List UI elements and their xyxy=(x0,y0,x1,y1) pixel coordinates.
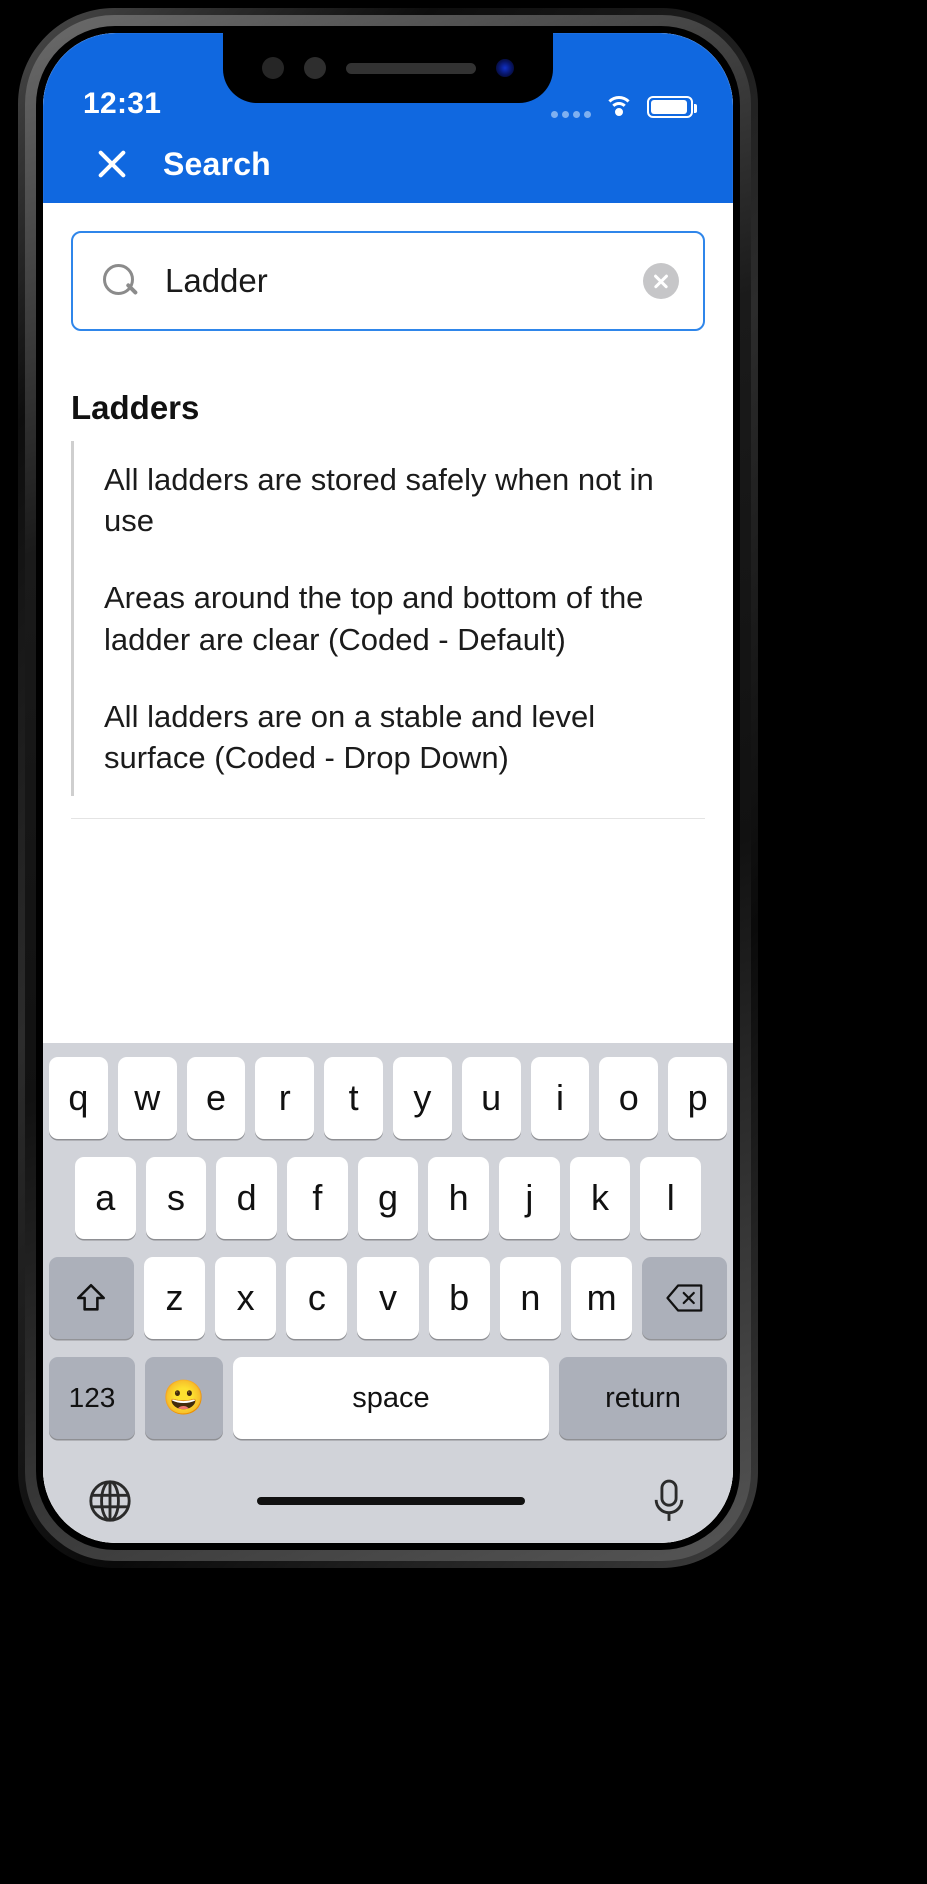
battery-icon xyxy=(647,96,697,118)
screenshot-stage: 12:31 Search Ladder Ladders All ladders … xyxy=(0,0,927,1884)
keyboard-row-1: q w e r t y u i o p xyxy=(49,1057,727,1139)
key-d[interactable]: d xyxy=(216,1157,277,1239)
microphone-icon[interactable] xyxy=(649,1478,689,1524)
key-f[interactable]: f xyxy=(287,1157,348,1239)
list-item[interactable]: Areas around the top and bottom of the l… xyxy=(71,559,705,678)
key-u[interactable]: u xyxy=(461,1057,521,1139)
key-b[interactable]: b xyxy=(428,1257,490,1339)
phone-screen: 12:31 Search Ladder Ladders All ladders … xyxy=(43,33,733,1543)
key-s[interactable]: s xyxy=(145,1157,207,1239)
key-j[interactable]: j xyxy=(499,1157,560,1239)
home-indicator[interactable] xyxy=(257,1497,525,1505)
keyboard-row-2: a s d f g h j k l xyxy=(49,1157,727,1239)
phone-bezel: 12:31 Search Ladder Ladders All ladders … xyxy=(25,15,751,1561)
key-n[interactable]: n xyxy=(499,1257,561,1339)
key-a[interactable]: a xyxy=(74,1157,136,1239)
signal-dots-icon xyxy=(551,111,591,118)
key-e[interactable]: e xyxy=(186,1057,246,1139)
status-time: 12:31 xyxy=(83,87,162,120)
globe-icon[interactable] xyxy=(87,1478,133,1524)
key-k[interactable]: k xyxy=(569,1157,631,1239)
key-y[interactable]: y xyxy=(393,1057,452,1139)
key-h[interactable]: h xyxy=(428,1157,490,1239)
page-title: Search xyxy=(163,145,271,182)
key-w[interactable]: w xyxy=(117,1057,177,1139)
shift-key[interactable] xyxy=(48,1257,134,1339)
backspace-icon xyxy=(665,1283,704,1313)
space-key[interactable]: space xyxy=(233,1357,549,1439)
result-text: All ladders are on a stable and level su… xyxy=(104,698,596,776)
status-icons xyxy=(551,96,697,121)
key-c[interactable]: c xyxy=(286,1257,348,1339)
search-results-list: All ladders are stored safely when not i… xyxy=(43,441,733,820)
front-camera-icon xyxy=(262,57,284,79)
wifi-icon xyxy=(604,96,634,118)
key-p[interactable]: p xyxy=(668,1057,727,1139)
onscreen-keyboard: q w e r t y u i o p a s d f g h j k l z … xyxy=(43,1043,733,1543)
search-icon xyxy=(103,264,137,298)
search-input-wrapper[interactable]: Ladder xyxy=(71,231,705,331)
keyboard-row-3: z x c v b n m xyxy=(48,1257,728,1339)
clear-icon[interactable] xyxy=(643,263,679,299)
search-bar-container: Ladder xyxy=(43,203,733,331)
key-m[interactable]: m xyxy=(570,1257,633,1339)
key-g[interactable]: g xyxy=(357,1157,419,1239)
search-input[interactable]: Ladder xyxy=(165,262,615,300)
proximity-sensor-icon xyxy=(304,57,326,79)
key-z[interactable]: z xyxy=(143,1257,206,1339)
result-text: All ladders are stored safely when not i… xyxy=(104,462,654,539)
emoji-key[interactable]: 😀 xyxy=(145,1357,223,1439)
list-divider xyxy=(71,818,705,820)
keyboard-bottom-row xyxy=(49,1453,727,1543)
ambient-light-sensor-icon xyxy=(496,59,514,77)
keyboard-row-4: 123 😀 space return xyxy=(49,1357,727,1439)
app-root: 12:31 Search Ladder Ladders All ladders … xyxy=(43,33,733,1543)
key-r[interactable]: r xyxy=(255,1057,315,1139)
results-section-title: Ladders xyxy=(71,389,200,426)
device-notch xyxy=(223,33,553,103)
shift-icon xyxy=(74,1281,108,1315)
backspace-key[interactable] xyxy=(642,1257,728,1339)
phone-device-frame: 12:31 Search Ladder Ladders All ladders … xyxy=(18,8,758,1568)
content-area: Ladder Ladders All ladders are stored sa… xyxy=(43,203,733,1043)
earpiece-speaker xyxy=(346,62,476,74)
return-key[interactable]: return xyxy=(559,1357,727,1439)
key-t[interactable]: t xyxy=(324,1057,383,1139)
key-o[interactable]: o xyxy=(599,1057,659,1139)
key-x[interactable]: x xyxy=(215,1257,277,1339)
list-item[interactable]: All ladders are stored safely when not i… xyxy=(71,441,705,560)
numbers-key[interactable]: 123 xyxy=(49,1357,135,1439)
app-bar-title-row: Search xyxy=(43,125,733,203)
key-q[interactable]: q xyxy=(49,1057,108,1139)
key-l[interactable]: l xyxy=(640,1157,702,1239)
result-text: Areas around the top and bottom of the l… xyxy=(104,580,644,657)
list-item[interactable]: All ladders are on a stable and level su… xyxy=(71,677,705,797)
phone-inner-bezel: 12:31 Search Ladder Ladders All ladders … xyxy=(36,26,740,1550)
close-icon[interactable] xyxy=(93,145,131,183)
key-v[interactable]: v xyxy=(357,1257,419,1339)
key-i[interactable]: i xyxy=(530,1057,590,1139)
